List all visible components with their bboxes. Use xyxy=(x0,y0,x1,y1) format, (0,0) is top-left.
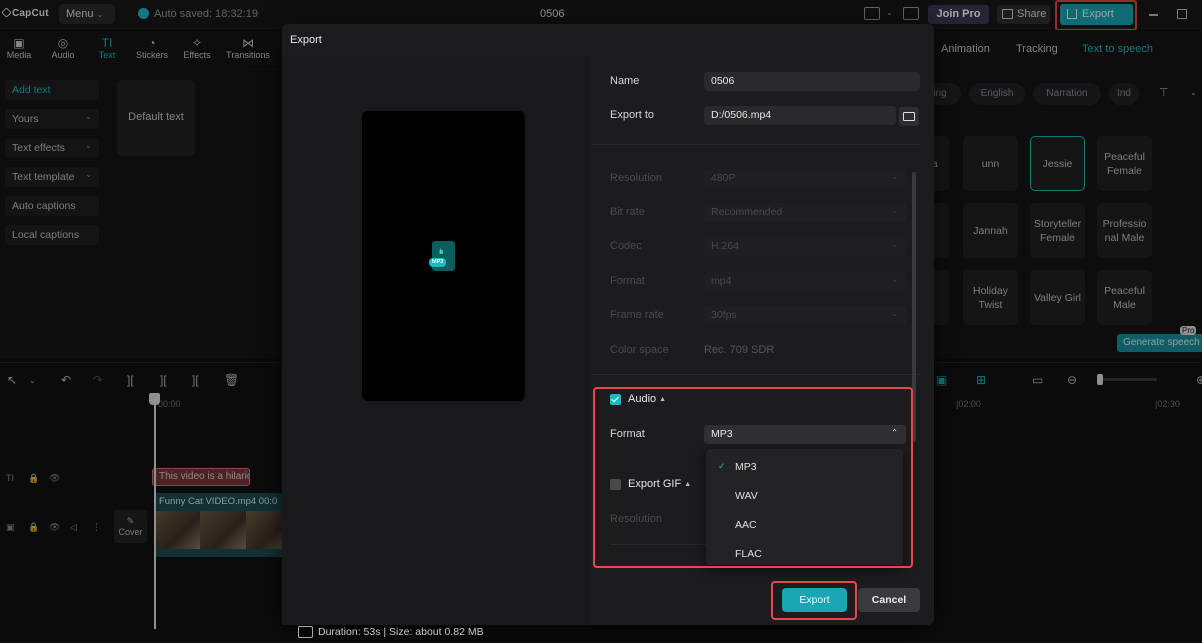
color-space-value: Rec. 709 SDR xyxy=(704,344,775,356)
cancel-button[interactable]: Cancel xyxy=(858,588,920,612)
chevron-down-icon: ⌄ xyxy=(891,309,898,318)
export-path-input[interactable]: D:/0506.mp4 xyxy=(704,106,896,125)
export-button-highlight xyxy=(771,581,857,620)
codec-label: Codec xyxy=(610,240,642,252)
audio-section-highlight xyxy=(593,387,913,568)
divider xyxy=(592,144,921,145)
dialog-title: Export xyxy=(290,34,322,46)
color-space-label: Color space xyxy=(610,344,669,356)
folder-icon xyxy=(903,112,915,121)
audio-file-icon: ılıı MP3 xyxy=(429,241,455,271)
name-label: Name xyxy=(610,75,640,87)
divider xyxy=(592,374,921,375)
bitrate-select: Recommended ⌄ xyxy=(704,203,906,222)
export-preview: ılıı MP3 xyxy=(362,111,525,401)
export-to-label: Export to xyxy=(610,109,655,121)
bitrate-label: Bit rate xyxy=(610,206,645,218)
framerate-select: 30fps ⌄ xyxy=(704,306,906,325)
resolution-label: Resolution xyxy=(610,172,662,184)
mp3-tag: MP3 xyxy=(429,258,447,267)
waveform-icon: ılıı xyxy=(439,249,444,256)
export-dialog: Export ılıı MP3 Duration: 53s | Size: ab… xyxy=(282,24,934,638)
video-format-label: Format xyxy=(610,275,645,287)
codec-select: H.264 ⌄ xyxy=(704,237,906,256)
chevron-down-icon: ⌄ xyxy=(891,172,898,181)
chevron-down-icon: ⌄ xyxy=(891,206,898,215)
chevron-down-icon: ⌄ xyxy=(891,240,898,249)
framerate-label: Frame rate xyxy=(610,309,664,321)
video-format-select: mp4 ⌄ xyxy=(704,272,906,291)
name-input[interactable]: 0506 xyxy=(704,72,920,91)
preview-pane: ılıı MP3 Duration: 53s | Size: about 0.8… xyxy=(282,56,590,638)
chevron-down-icon: ⌄ xyxy=(891,275,898,284)
duration-size-info: Duration: 53s | Size: about 0.82 MB xyxy=(318,626,484,638)
film-icon xyxy=(298,626,313,638)
folder-button[interactable] xyxy=(899,107,919,126)
resolution-select: 480P ⌄ xyxy=(704,169,906,188)
